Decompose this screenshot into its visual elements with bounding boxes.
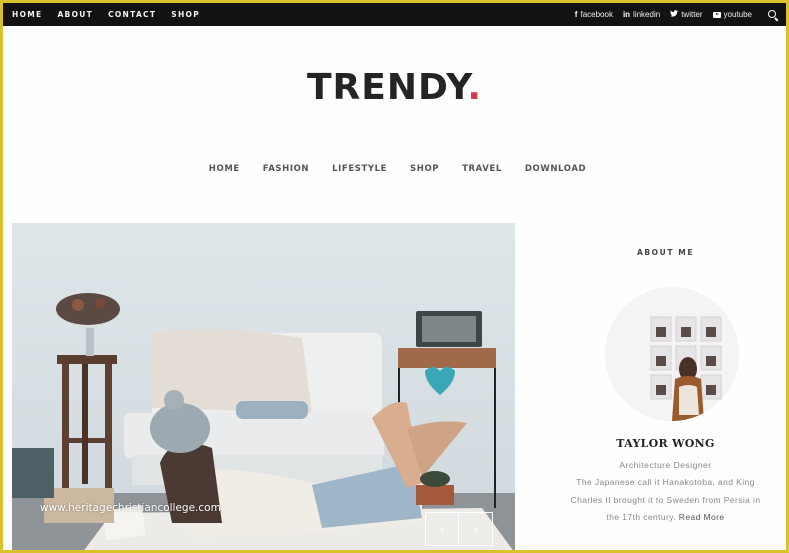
- logo-dot: .: [467, 67, 483, 108]
- social-facebook-link[interactable]: f facebook: [575, 10, 613, 19]
- facebook-icon: f: [574, 10, 578, 19]
- logo-text: TRENDY: [306, 67, 468, 108]
- about-me-widget: ABOUT ME TAYLOR WONG Architecture Design…: [563, 243, 768, 527]
- author-avatar: [604, 287, 739, 421]
- main-nav: HOME FASHION LIFESTYLE SHOP TRAVEL DOWNL…: [3, 164, 786, 174]
- main-nav-lifestyle[interactable]: LIFESTYLE: [332, 164, 387, 174]
- author-name: TAYLOR WONG: [616, 437, 715, 450]
- widget-title: ABOUT ME: [636, 248, 695, 257]
- author-role: Architecture Designer: [619, 460, 712, 470]
- read-more-link[interactable]: Read More: [679, 512, 725, 522]
- twitter-icon: [670, 10, 679, 19]
- main-nav-fashion[interactable]: FASHION: [263, 164, 309, 174]
- page-frame: HOME ABOUT CONTACT SHOP f facebook in li…: [3, 3, 786, 550]
- top-nav: HOME ABOUT CONTACT SHOP: [3, 10, 215, 19]
- top-bar: HOME ABOUT CONTACT SHOP f facebook in li…: [3, 3, 786, 26]
- author-bio: The Japanese call it Hanakotoba, and Kin…: [563, 474, 768, 527]
- social-linkedin-link[interactable]: in linkedin: [623, 10, 660, 19]
- social-links: f facebook in linkedin twitter youtube: [575, 9, 786, 20]
- social-youtube-label: youtube: [723, 10, 752, 19]
- slider-controls: ‹ ›: [425, 512, 493, 546]
- top-nav-contact[interactable]: CONTACT: [108, 10, 156, 19]
- youtube-icon: [712, 11, 721, 18]
- site-logo[interactable]: TRENDY.: [3, 67, 786, 108]
- hero-image: [12, 223, 515, 550]
- top-nav-about[interactable]: ABOUT: [57, 10, 93, 19]
- social-twitter-link[interactable]: twitter: [670, 10, 703, 19]
- top-nav-shop[interactable]: SHOP: [171, 10, 200, 19]
- hero-slider[interactable]: www.heritagechristiancollege.com ‹ ›: [12, 223, 515, 550]
- top-nav-home[interactable]: HOME: [12, 10, 42, 19]
- chevron-right-icon: ›: [473, 522, 478, 536]
- main-nav-download[interactable]: DOWNLOAD: [525, 164, 586, 174]
- slider-prev-button[interactable]: ‹: [425, 512, 459, 546]
- main-nav-home[interactable]: HOME: [209, 164, 240, 174]
- social-twitter-label: twitter: [681, 10, 703, 19]
- chevron-left-icon: ‹: [440, 522, 444, 536]
- social-youtube-link[interactable]: youtube: [712, 10, 752, 19]
- watermark-text: www.heritagechristiancollege.com: [40, 502, 221, 514]
- slider-next-button[interactable]: ›: [459, 512, 493, 546]
- main-nav-shop[interactable]: SHOP: [410, 164, 439, 174]
- main-nav-travel[interactable]: TRAVEL: [462, 164, 502, 174]
- social-linkedin-label: linkedin: [633, 10, 661, 19]
- author-bio-text: The Japanese call it Hanakotoba, and Kin…: [570, 477, 761, 522]
- linkedin-icon: in: [622, 10, 631, 19]
- search-icon[interactable]: [768, 9, 778, 20]
- social-facebook-label: facebook: [580, 10, 613, 19]
